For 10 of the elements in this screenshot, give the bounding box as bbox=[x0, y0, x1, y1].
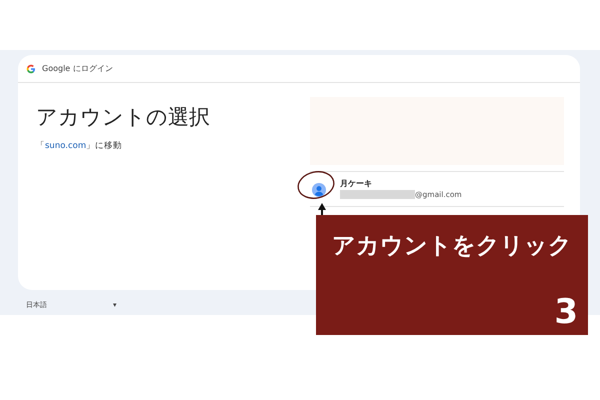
highlight-circle bbox=[298, 171, 334, 199]
page-heading: アカウントの選択 bbox=[36, 105, 211, 130]
header-title: Google にログイン bbox=[42, 62, 113, 74]
instruction-caption: アカウントをクリック bbox=[332, 232, 572, 261]
site-link[interactable]: suno.com bbox=[45, 141, 86, 152]
avatar-icon bbox=[312, 183, 326, 198]
step-number: 3 bbox=[554, 294, 578, 331]
destination-text: 「suno.com」に移動 bbox=[36, 140, 124, 153]
account-name: 月ケーキ bbox=[340, 180, 373, 189]
google-logo-icon bbox=[26, 64, 36, 74]
